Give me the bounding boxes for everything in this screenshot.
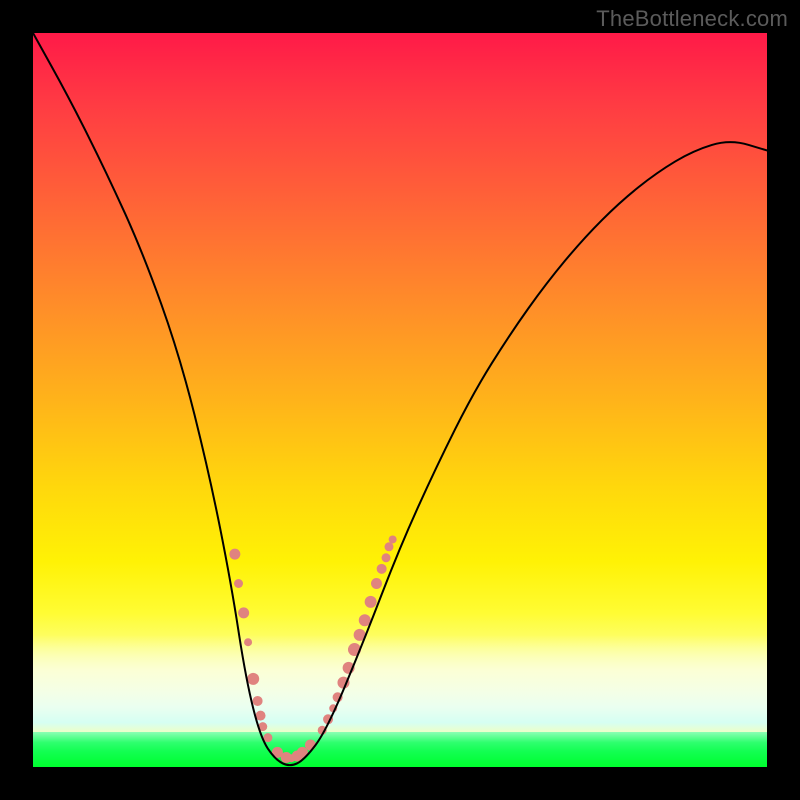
data-marker	[371, 578, 382, 589]
data-marker	[229, 549, 240, 560]
data-marker	[253, 696, 263, 706]
chart-frame: TheBottleneck.com	[0, 0, 800, 800]
data-marker	[247, 673, 259, 685]
data-marker	[244, 638, 252, 646]
bottleneck-curve	[33, 33, 767, 765]
data-marker	[382, 553, 391, 562]
curve-svg	[33, 33, 767, 767]
data-marker	[377, 564, 387, 574]
data-markers	[229, 535, 396, 762]
data-marker	[305, 739, 316, 750]
data-marker	[234, 579, 243, 588]
data-marker	[384, 542, 393, 551]
data-marker	[365, 596, 377, 608]
data-marker	[238, 607, 249, 618]
watermark-text: TheBottleneck.com	[596, 6, 788, 32]
plot-area	[33, 33, 767, 767]
data-marker	[389, 535, 397, 543]
